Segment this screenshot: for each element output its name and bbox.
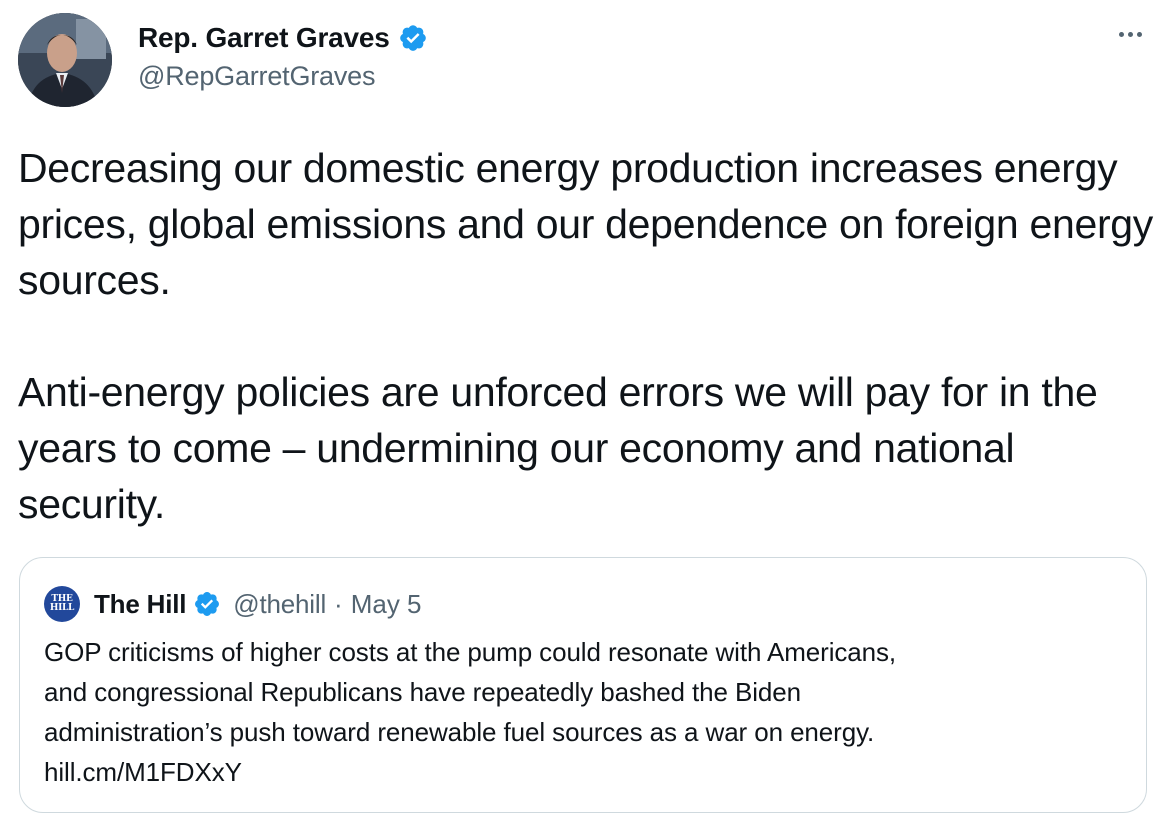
tweet-paragraph: Decreasing our domestic energy productio… — [18, 145, 1154, 303]
quoted-author-name: The Hill — [94, 588, 187, 619]
quoted-tweet-line: GOP criticisms of higher costs at the pu… — [44, 637, 897, 667]
quoted-tweet-date: May 5 — [350, 588, 422, 619]
more-horizontal-icon — [1127, 31, 1133, 37]
tweet-paragraph: Anti-energy policies are unforced errors… — [18, 369, 1098, 527]
author-avatar-image — [18, 13, 112, 107]
tweet-text: Decreasing our domestic energy productio… — [18, 140, 1158, 532]
quoted-tweet-line: and congressional Republicans have repea… — [44, 677, 802, 707]
avatar-logo-text: HILL — [49, 603, 75, 613]
quoted-tweet-line: administration’s push toward renewable f… — [44, 717, 875, 747]
quoted-author-avatar: THE HILL — [44, 586, 80, 622]
quoted-tweet-link: hill.cm/M1FDXxY — [44, 757, 242, 787]
more-horizontal-icon — [1136, 31, 1142, 37]
quoted-tweet-card[interactable]: THE HILL The Hill @thehill · May 5 GOP c… — [19, 557, 1147, 813]
more-horizontal-icon — [1118, 31, 1124, 37]
quoted-tweet-header: THE HILL The Hill @thehill · May 5 — [44, 586, 422, 622]
tweet[interactable]: Rep. Garret Graves @RepGarretGraves Decr… — [0, 0, 1170, 834]
author-name[interactable]: Rep. Garret Graves — [138, 22, 390, 54]
verified-badge-icon — [399, 25, 426, 51]
more-options-button[interactable] — [1112, 22, 1148, 46]
author-name-row: Rep. Garret Graves — [138, 19, 428, 57]
author-handle[interactable]: @RepGarretGraves — [138, 61, 375, 92]
dot-separator: · — [334, 588, 343, 619]
quoted-tweet-text: GOP criticisms of higher costs at the pu… — [44, 632, 1124, 792]
quoted-author-handle: @thehill — [233, 588, 327, 619]
author-avatar[interactable] — [18, 13, 112, 107]
verified-badge-icon — [195, 592, 220, 616]
